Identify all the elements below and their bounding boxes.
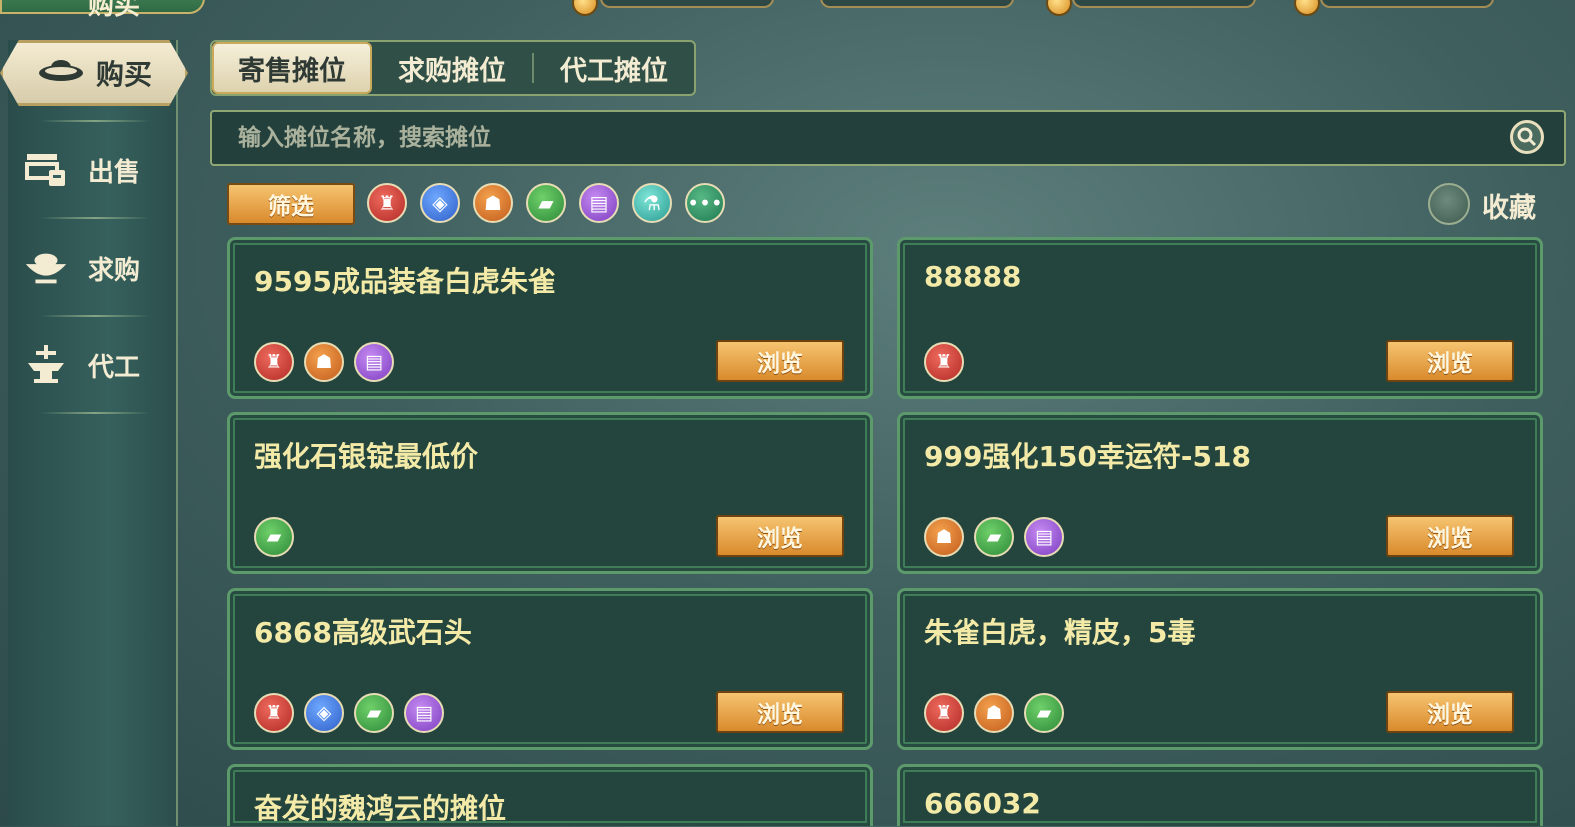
currency-slot bbox=[820, 0, 1014, 8]
stall-card[interactable]: 朱雀白虎，精皮，5毒 ♜ ☗ ▰ 浏览 bbox=[897, 588, 1543, 750]
armor-icon[interactable]: ♜ bbox=[367, 183, 407, 223]
stall-name: 666032 bbox=[924, 787, 1041, 820]
top-bar: 购买 bbox=[0, 0, 1575, 21]
stall-name: 6868高级武石头 bbox=[254, 616, 472, 649]
stall-card[interactable]: 6868高级武石头 ♜ ◈ ▰ ▤ 浏览 bbox=[227, 588, 873, 750]
book-icon[interactable]: ▰ bbox=[526, 183, 566, 223]
silver-ingot-icon bbox=[36, 57, 86, 90]
tab-consignment[interactable]: 寄售摊位 bbox=[212, 42, 373, 94]
armor-icon: ♜ bbox=[254, 693, 294, 733]
stall-categories: ♜ ☗ ▰ bbox=[924, 693, 1064, 733]
stall-name: 999强化150幸运符-518 bbox=[924, 440, 1251, 473]
browse-button[interactable]: 浏览 bbox=[716, 515, 844, 557]
stall-icon bbox=[22, 150, 70, 190]
potion-icon[interactable]: ⚗ bbox=[632, 183, 672, 223]
favorite-toggle[interactable] bbox=[1428, 183, 1470, 225]
tab-wanted[interactable]: 求购摊位 bbox=[372, 42, 532, 94]
page-title: 购买 bbox=[0, 0, 205, 21]
book-icon: ▰ bbox=[254, 517, 294, 557]
tab-craft[interactable]: 代工摊位 bbox=[534, 42, 694, 94]
stall-name: 奋发的魏鸿云的摊位 bbox=[254, 792, 507, 825]
browse-button[interactable]: 浏览 bbox=[716, 340, 844, 382]
stall-card[interactable]: 9595成品装备白虎朱雀 ♜ ☗ ▤ 浏览 bbox=[227, 237, 873, 399]
stall-name: 88888 bbox=[924, 260, 1022, 293]
scroll-icon[interactable]: ▤ bbox=[579, 183, 619, 223]
anvil-icon bbox=[22, 345, 70, 385]
stall-card[interactable]: 88888 ♜ 浏览 bbox=[897, 237, 1543, 399]
divider bbox=[40, 412, 150, 414]
stall-categories: ♜ ☗ ▤ bbox=[254, 342, 394, 382]
search-icon[interactable] bbox=[1510, 120, 1544, 154]
sidebar-item-wanted[interactable]: 求购 bbox=[22, 238, 162, 298]
pet-icon[interactable]: ☗ bbox=[473, 183, 513, 223]
bowl-icon bbox=[22, 248, 70, 288]
sidebar-item-buy[interactable]: 购买 bbox=[0, 40, 188, 106]
search-input[interactable] bbox=[236, 124, 1480, 152]
stall-name: 强化石银锭最低价 bbox=[254, 440, 479, 473]
scroll-icon: ▤ bbox=[1024, 517, 1064, 557]
browse-button[interactable]: 浏览 bbox=[1386, 691, 1514, 733]
stall-categories: ▰ bbox=[254, 517, 294, 557]
stall-categories: ♜ ◈ ▰ ▤ bbox=[254, 693, 444, 733]
sidebar-item-label: 购买 bbox=[95, 58, 152, 91]
browse-button[interactable]: 浏览 bbox=[1386, 515, 1514, 557]
browse-button[interactable]: 浏览 bbox=[716, 691, 844, 733]
book-icon: ▰ bbox=[974, 517, 1014, 557]
currency-slot bbox=[1072, 0, 1256, 8]
armor-icon: ♜ bbox=[924, 693, 964, 733]
currency-slot bbox=[600, 0, 774, 8]
divider bbox=[40, 217, 150, 219]
currency-icon bbox=[1294, 0, 1320, 16]
currency-slot bbox=[1320, 0, 1494, 8]
browse-button[interactable]: 浏览 bbox=[1386, 340, 1514, 382]
currency-icon bbox=[1046, 0, 1072, 16]
scroll-icon: ▤ bbox=[404, 693, 444, 733]
sidebar-item-label: 代工 bbox=[88, 352, 141, 383]
stall-card[interactable]: 999强化150幸运符-518 ☗ ▰ ▤ 浏览 bbox=[897, 412, 1543, 574]
stall-name: 9595成品装备白虎朱雀 bbox=[254, 265, 556, 298]
sidebar-item-label: 出售 bbox=[88, 157, 141, 188]
search-bar bbox=[210, 110, 1566, 166]
pet-icon: ☗ bbox=[304, 342, 344, 382]
armor-icon: ♜ bbox=[924, 342, 964, 382]
pet-icon: ☗ bbox=[974, 693, 1014, 733]
stall-categories: ☗ ▰ ▤ bbox=[924, 517, 1064, 557]
armor-icon: ♜ bbox=[254, 342, 294, 382]
pet-icon: ☗ bbox=[924, 517, 964, 557]
stall-categories: ♜ bbox=[924, 342, 964, 382]
gem-icon[interactable]: ◈ bbox=[420, 183, 460, 223]
stall-card[interactable]: 奋发的魏鸿云的摊位 bbox=[227, 764, 873, 826]
scroll-icon: ▤ bbox=[354, 342, 394, 382]
divider bbox=[40, 315, 150, 317]
divider bbox=[40, 120, 150, 122]
gem-icon: ◈ bbox=[304, 693, 344, 733]
gold-icon bbox=[572, 0, 598, 16]
sidebar-item-craft[interactable]: 代工 bbox=[22, 335, 162, 395]
book-icon: ▰ bbox=[354, 693, 394, 733]
stall-tabs: 寄售摊位 求购摊位 代工摊位 bbox=[210, 40, 696, 96]
sidebar-item-sell[interactable]: 出售 bbox=[22, 140, 162, 200]
stall-name: 朱雀白虎，精皮，5毒 bbox=[924, 616, 1196, 649]
filter-button[interactable]: 筛选 bbox=[227, 183, 355, 225]
stall-card[interactable]: 强化石银锭最低价 ▰ 浏览 bbox=[227, 412, 873, 574]
more-icon[interactable]: ••• bbox=[685, 183, 725, 223]
book-icon: ▰ bbox=[1024, 693, 1064, 733]
favorite-label: 收藏 bbox=[1482, 193, 1536, 224]
stall-card[interactable]: 666032 bbox=[897, 764, 1543, 826]
sidebar-item-label: 求购 bbox=[88, 255, 141, 286]
